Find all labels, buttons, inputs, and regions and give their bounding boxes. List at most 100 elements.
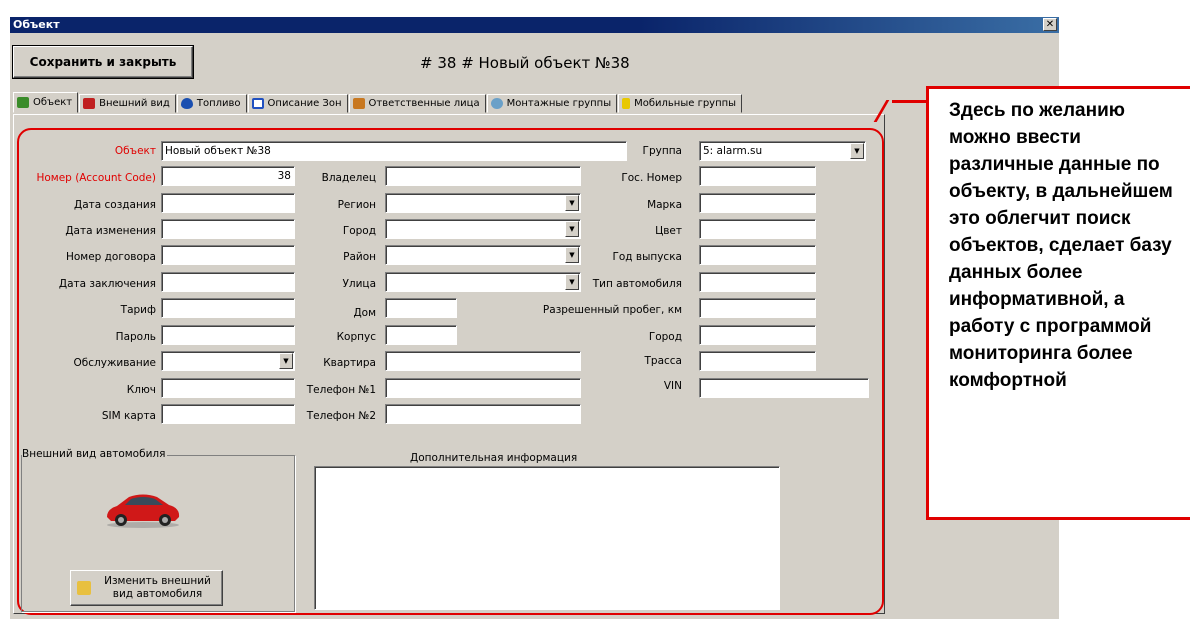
route-label: Трасса	[644, 355, 683, 367]
changed-date-field[interactable]	[161, 219, 295, 239]
district-select[interactable]: ▼	[385, 245, 581, 265]
street-label: Улица	[342, 278, 376, 290]
city-label: Город	[342, 225, 376, 237]
tab-label: Мобильные группы	[634, 98, 737, 109]
mileage-label: Разрешенный пробег, км	[542, 304, 682, 316]
tab-bar: Объект Внешний вид Топливо Описание Зон …	[13, 92, 743, 114]
car-red-icon	[83, 98, 96, 109]
flat-field[interactable]	[385, 351, 581, 371]
tab-mobile-groups[interactable]: Мобильные группы	[618, 94, 743, 113]
zone-icon	[251, 98, 264, 109]
contract-date-field[interactable]	[161, 272, 295, 292]
vin-field[interactable]	[699, 378, 869, 398]
car-type-field[interactable]	[699, 272, 816, 292]
group-select[interactable]: 5: alarm.su ▼	[699, 141, 866, 161]
tab-label: Объект	[33, 97, 73, 108]
created-date-field[interactable]	[161, 193, 295, 213]
changed-date-label: Дата изменения	[65, 225, 156, 237]
tab-zones[interactable]: Описание Зон	[247, 94, 348, 113]
sim-card-field[interactable]	[161, 404, 295, 424]
chevron-down-icon[interactable]: ▼	[565, 195, 579, 211]
tab-label: Описание Зон	[267, 98, 342, 109]
building-label: Корпус	[336, 331, 376, 343]
key-field[interactable]	[161, 378, 295, 398]
route-field[interactable]	[699, 351, 816, 371]
city2-label: Город	[648, 331, 682, 343]
chevron-down-icon[interactable]: ▼	[565, 247, 579, 263]
fuel-drop-icon	[180, 98, 193, 109]
owner-field[interactable]	[385, 166, 581, 186]
tariff-label: Тариф	[120, 304, 156, 316]
object-name-field[interactable]: Новый объект №38	[161, 141, 627, 161]
street-select[interactable]: ▼	[385, 272, 581, 292]
contract-number-field[interactable]	[161, 245, 295, 265]
car-image	[107, 494, 180, 528]
chevron-down-icon[interactable]: ▼	[565, 274, 579, 290]
brand-field[interactable]	[699, 193, 816, 213]
house-label: Дом	[353, 307, 376, 319]
region-select[interactable]: ▼	[385, 193, 581, 213]
tab-label: Ответственные лица	[368, 98, 480, 109]
window-title: Объект	[13, 18, 60, 31]
object-label: Объект	[114, 145, 156, 157]
password-label: Пароль	[115, 331, 156, 343]
group-label: Группа	[642, 145, 682, 157]
owner-label: Владелец	[321, 172, 376, 184]
contract-number-label: Номер договора	[65, 251, 156, 263]
window-titlebar: Объект ✕	[10, 17, 1059, 33]
group-value: 5: alarm.su	[703, 145, 763, 157]
people-icon	[352, 98, 365, 109]
district-label: Район	[343, 251, 376, 263]
image-edit-icon	[77, 581, 91, 595]
car-type-label: Тип автомобиля	[592, 278, 682, 290]
region-label: Регион	[337, 199, 376, 211]
change-appearance-button[interactable]: Изменить внешний вид автомобиля	[70, 570, 223, 606]
mileage-field[interactable]	[699, 298, 816, 318]
service-label: Обслуживание	[73, 357, 157, 369]
extra-info-label: Дополнительная информация	[410, 452, 578, 464]
vin-label: VIN	[663, 380, 682, 392]
tab-fuel[interactable]: Топливо	[176, 94, 247, 113]
year-label: Год выпуска	[612, 251, 682, 263]
save-and-close-button[interactable]: Сохранить и закрыть	[12, 45, 194, 79]
gos-number-field[interactable]	[699, 166, 816, 186]
building-field[interactable]	[385, 325, 457, 345]
account-code-field[interactable]: 38	[161, 166, 295, 186]
brand-label: Марка	[647, 199, 682, 211]
sim-card-label: SIM карта	[101, 410, 156, 422]
extra-info-textarea[interactable]	[314, 466, 780, 610]
flat-label: Квартира	[323, 357, 376, 369]
phone2-field[interactable]	[385, 404, 581, 424]
service-select[interactable]: ▼	[161, 351, 295, 371]
password-field[interactable]	[161, 325, 295, 345]
tab-label: Монтажные группы	[506, 98, 612, 109]
created-date-label: Дата создания	[73, 199, 156, 211]
change-appearance-label: Изменить внешний вид автомобиля	[104, 575, 211, 600]
year-field[interactable]	[699, 245, 816, 265]
account-code-label: Номер (Account Code)	[36, 172, 156, 184]
close-icon[interactable]: ✕	[1043, 18, 1057, 31]
tab-appearance[interactable]: Внешний вид	[79, 94, 176, 113]
annotation-callout: Здесь по желанию можно ввести различные …	[926, 86, 1190, 520]
lightning-icon	[622, 98, 631, 109]
gos-number-label: Гос. Номер	[621, 172, 682, 184]
tab-install-groups[interactable]: Монтажные группы	[486, 94, 618, 113]
chevron-down-icon[interactable]: ▼	[850, 143, 864, 159]
phone1-label: Телефон №1	[306, 384, 376, 396]
tab-object[interactable]: Объект	[13, 92, 79, 113]
appearance-group-label: Внешний вид автомобиля	[22, 448, 168, 460]
city-select[interactable]: ▼	[385, 219, 581, 239]
phone1-field[interactable]	[385, 378, 581, 398]
page-title: # 38 # Новый объект №38	[420, 54, 630, 72]
color-label: Цвет	[655, 225, 682, 237]
house-field[interactable]	[385, 298, 457, 318]
gear-icon	[490, 98, 503, 109]
tab-responsible[interactable]: Ответственные лица	[348, 94, 486, 113]
tariff-field[interactable]	[161, 298, 295, 318]
city2-field[interactable]	[699, 325, 816, 345]
tab-label: Топливо	[196, 98, 241, 109]
phone2-label: Телефон №2	[306, 410, 376, 422]
color-field[interactable]	[699, 219, 816, 239]
chevron-down-icon[interactable]: ▼	[279, 353, 293, 369]
chevron-down-icon[interactable]: ▼	[565, 221, 579, 237]
